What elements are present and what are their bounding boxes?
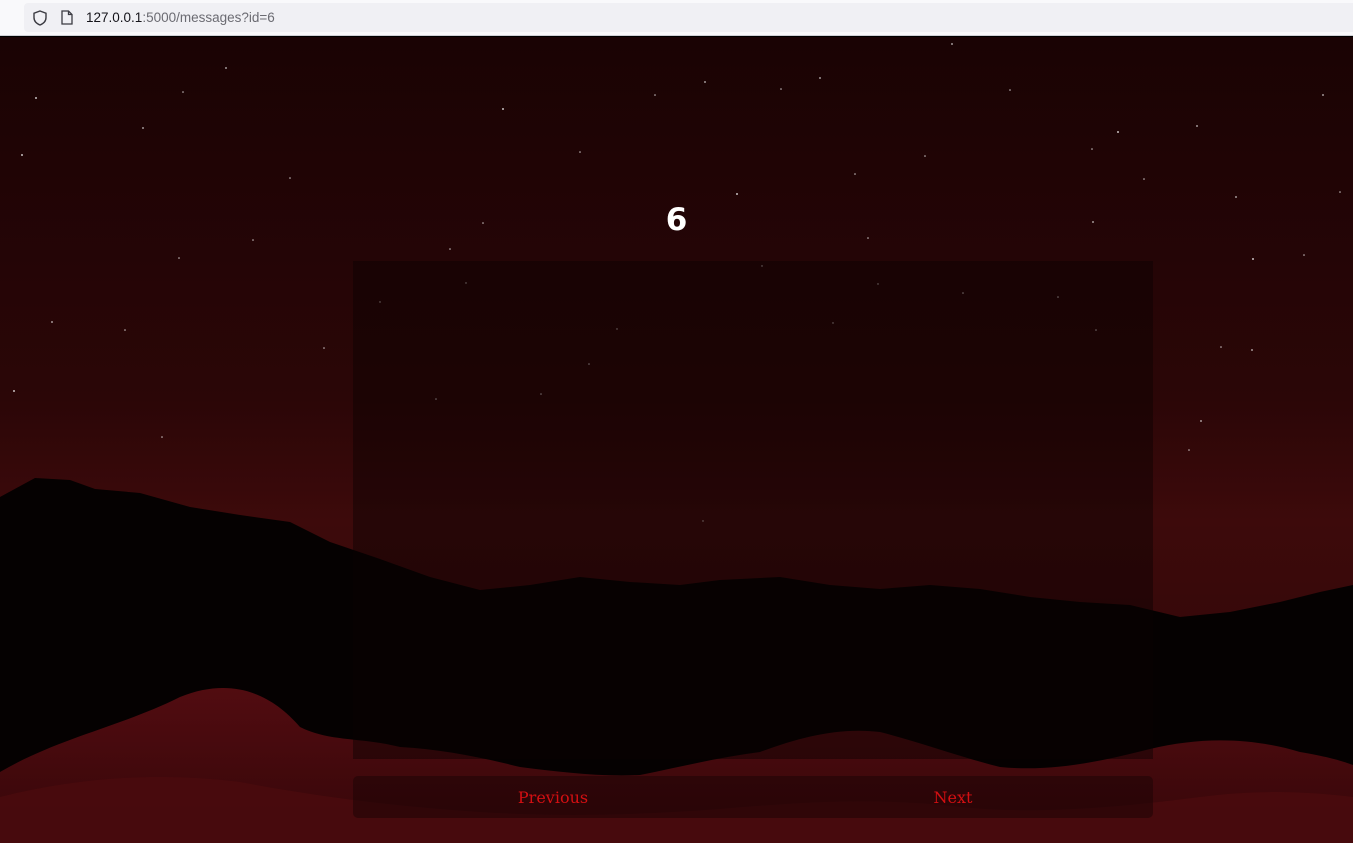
message-navigation: Previous Next — [353, 776, 1153, 818]
message-title: 6 — [665, 202, 688, 238]
url-host: 127.0.0.1 — [86, 10, 143, 25]
next-button[interactable]: Next — [753, 776, 1153, 818]
url-text[interactable]: 127.0.0.1:5000/messages?id=6 — [86, 9, 275, 27]
message-body — [353, 261, 1153, 759]
url-path: :5000/messages?id=6 — [142, 10, 275, 25]
shield-icon[interactable] — [33, 10, 47, 26]
browser-toolbar: 127.0.0.1:5000/messages?id=6 — [0, 0, 1353, 36]
page-viewport: 6 Previous Next — [0, 37, 1353, 843]
page-icon — [61, 10, 73, 25]
previous-button[interactable]: Previous — [353, 776, 753, 818]
